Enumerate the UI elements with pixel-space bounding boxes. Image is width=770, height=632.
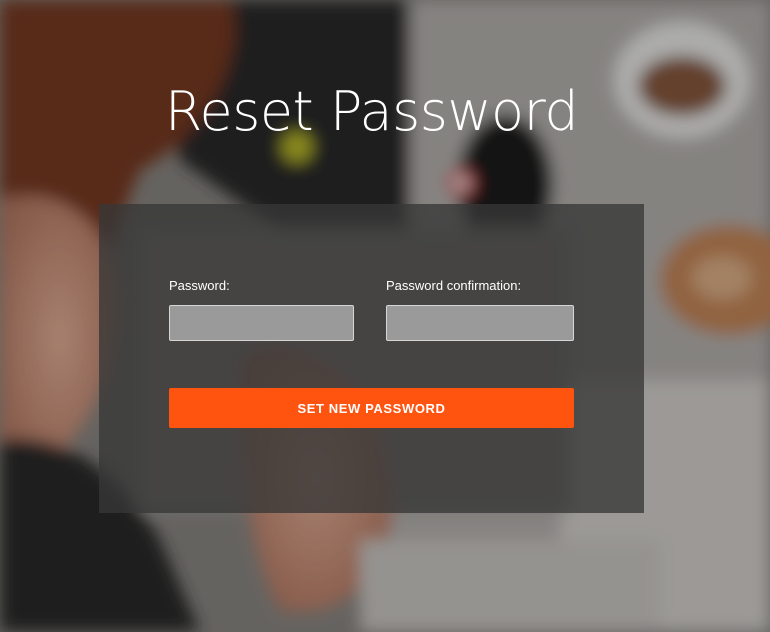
- reset-password-form: Password: Password confirmation: SET NEW…: [99, 204, 644, 513]
- page-title: Reset Password: [164, 80, 579, 143]
- password-label: Password:: [169, 278, 230, 293]
- password-input[interactable]: [169, 305, 354, 341]
- password-confirmation-label: Password confirmation:: [386, 278, 522, 293]
- password-confirmation-input[interactable]: [386, 305, 574, 341]
- set-new-password-button[interactable]: SET NEW PASSWORD: [169, 388, 574, 428]
- reset-password-page: Reset Password Password: Password confir…: [0, 0, 770, 632]
